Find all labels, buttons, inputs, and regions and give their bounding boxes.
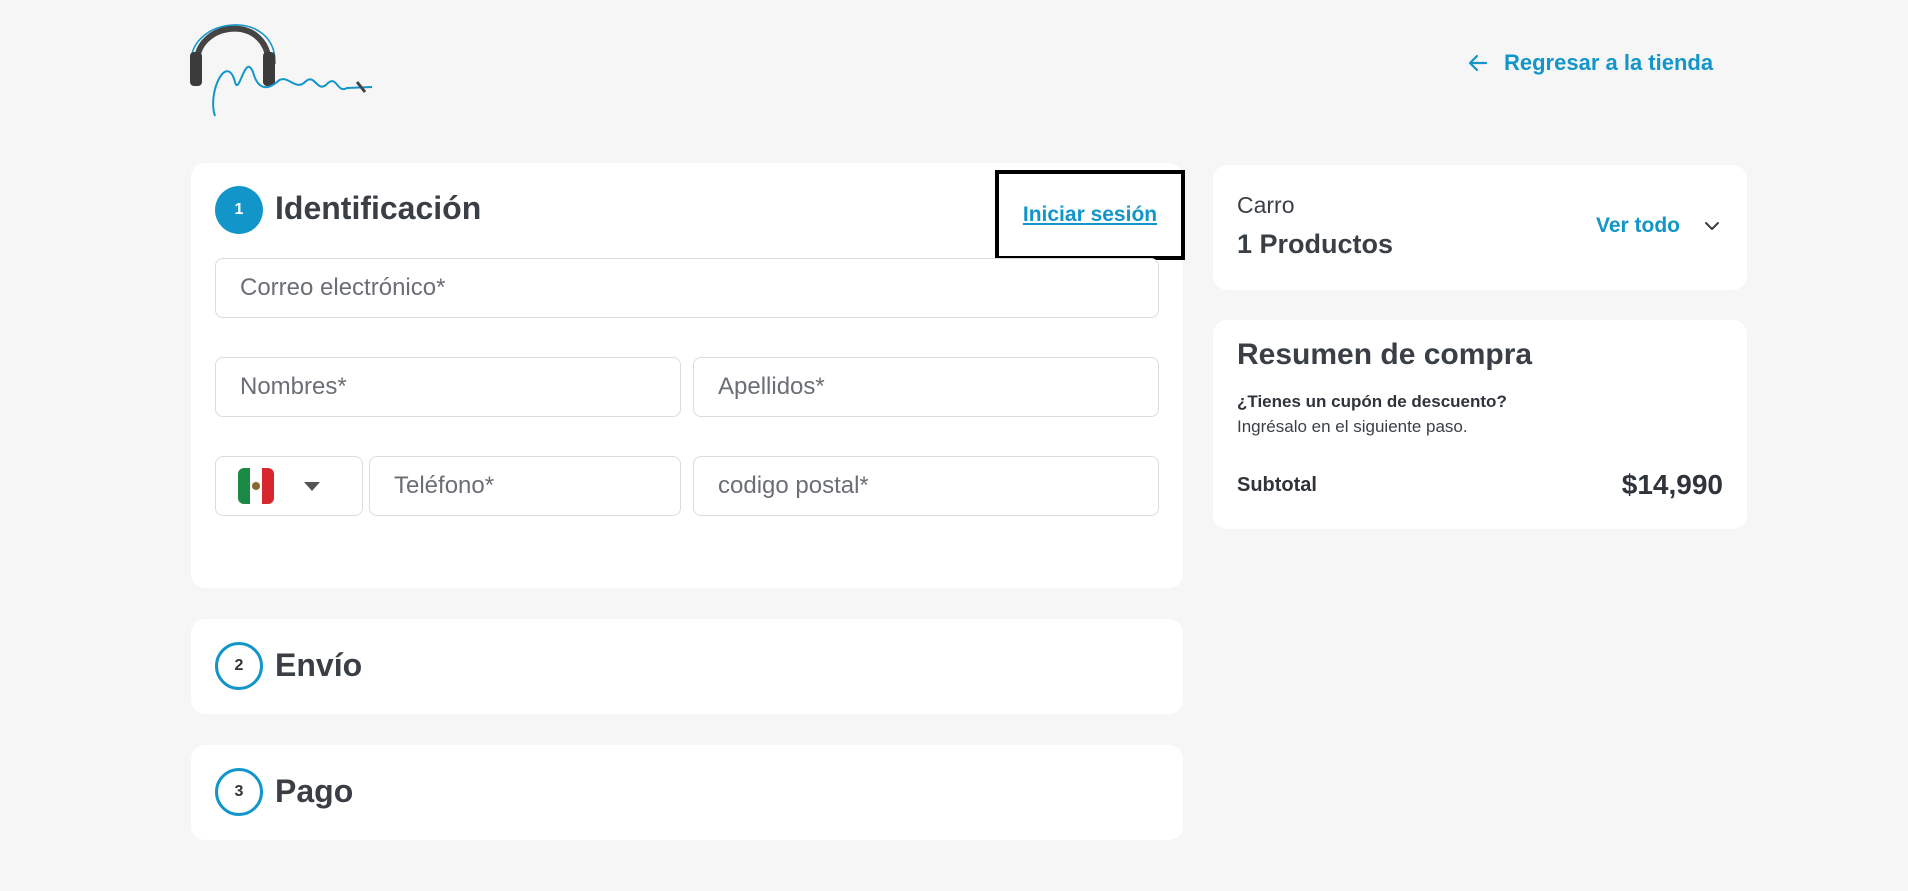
step-1-title: Identificación (275, 190, 482, 226)
step-2-badge: 2 (215, 642, 263, 690)
caret-down-icon (304, 481, 320, 491)
cart-count: 1 Productos (1237, 229, 1394, 259)
chevron-down-icon (1705, 222, 1720, 230)
last-name-input[interactable] (694, 358, 1158, 416)
step-2-title: Envío (275, 647, 363, 683)
first-name-input[interactable] (216, 358, 680, 416)
login-link[interactable]: Iniciar sesión (1023, 203, 1157, 227)
zip-field[interactable] (693, 456, 1159, 516)
headphones-nicolas-logo (190, 24, 373, 117)
view-all-label: Ver todo (1596, 214, 1681, 237)
brand-logo[interactable] (187, 12, 377, 120)
view-all-button[interactable]: Ver todo (1596, 214, 1722, 238)
last-name-field[interactable] (693, 357, 1159, 417)
zip-input[interactable] (694, 457, 1158, 515)
step-1-badge: 1 (215, 186, 263, 234)
cart-label: Carro (1237, 192, 1295, 218)
step-3-title: Pago (275, 773, 354, 809)
arrow-left-icon (1468, 54, 1488, 72)
step-3-badge: 3 (215, 768, 263, 816)
phone-input[interactable] (370, 457, 680, 515)
mexico-flag-icon (238, 468, 274, 504)
email-field[interactable] (215, 258, 1159, 318)
coupon-question: ¿Tienes un cupón de descuento? (1237, 392, 1507, 411)
login-highlight-box: Iniciar sesión (995, 170, 1185, 260)
coupon-hint: Ingrésalo en el siguiente paso. (1237, 417, 1468, 436)
email-input[interactable] (216, 259, 1158, 317)
country-code-select[interactable] (215, 456, 363, 516)
subtotal-label: Subtotal (1237, 474, 1317, 496)
back-to-store-link[interactable]: Regresar a la tienda (1466, 50, 1713, 76)
subtotal-value: $14,990 (1621, 469, 1723, 500)
summary-title: Resumen de compra (1237, 338, 1533, 371)
first-name-field[interactable] (215, 357, 681, 417)
back-link-label: Regresar a la tienda (1504, 50, 1714, 75)
phone-field[interactable] (369, 456, 681, 516)
